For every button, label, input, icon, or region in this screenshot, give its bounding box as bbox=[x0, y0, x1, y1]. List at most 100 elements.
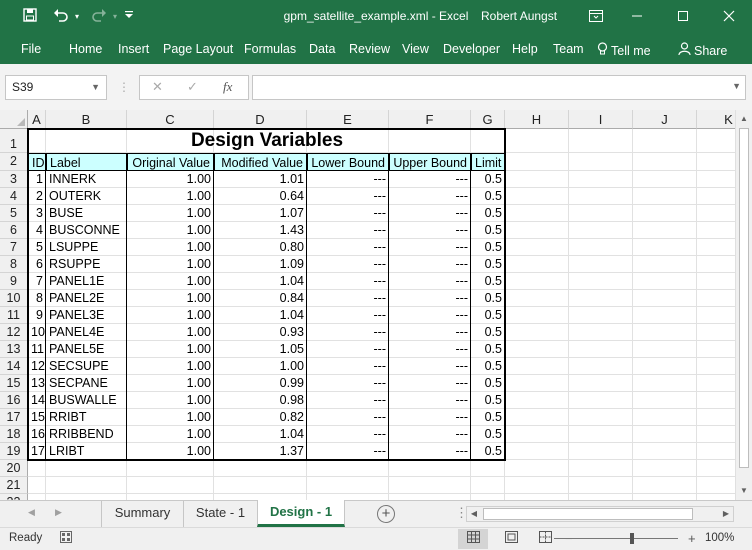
cell-lower-bound[interactable]: --- bbox=[307, 239, 389, 256]
cell-upper-bound[interactable]: --- bbox=[389, 171, 471, 188]
column-header-b[interactable]: B bbox=[46, 110, 127, 129]
sheet-tab-design-1[interactable]: Design - 1 bbox=[257, 500, 345, 527]
row-header-7[interactable]: 7 bbox=[0, 239, 28, 256]
cell-original-value[interactable]: 1.00 bbox=[127, 375, 214, 392]
cell-limit[interactable]: 0.5 bbox=[471, 409, 505, 426]
tab-insert[interactable]: Insert bbox=[118, 42, 149, 56]
vertical-scroll-thumb[interactable] bbox=[739, 128, 749, 468]
cell-id[interactable]: 11 bbox=[28, 341, 46, 358]
cell-label[interactable]: SECPANE bbox=[46, 375, 127, 392]
cell-upper-bound[interactable]: --- bbox=[389, 341, 471, 358]
column-header-g[interactable]: G bbox=[471, 110, 505, 129]
header-modified-value[interactable]: Modified Value bbox=[214, 153, 307, 171]
cell-label[interactable]: PANEL2E bbox=[46, 290, 127, 307]
column-header-k[interactable]: K bbox=[697, 110, 735, 129]
scroll-down-icon[interactable]: ▼ bbox=[736, 483, 752, 499]
cell-upper-bound[interactable]: --- bbox=[389, 307, 471, 324]
cell-modified-value[interactable]: 1.00 bbox=[214, 358, 307, 375]
cell-limit[interactable]: 0.5 bbox=[471, 375, 505, 392]
cell-upper-bound[interactable]: --- bbox=[389, 290, 471, 307]
column-header-j[interactable]: J bbox=[633, 110, 697, 129]
cell-original-value[interactable]: 1.00 bbox=[127, 205, 214, 222]
cell-id[interactable]: 16 bbox=[28, 426, 46, 443]
cell-lower-bound[interactable]: --- bbox=[307, 256, 389, 273]
cell-limit[interactable]: 0.5 bbox=[471, 290, 505, 307]
drag-handle-icon[interactable]: ⋮ bbox=[118, 80, 130, 94]
cell-limit[interactable]: 0.5 bbox=[471, 222, 505, 239]
cell-lower-bound[interactable]: --- bbox=[307, 290, 389, 307]
cell-limit[interactable]: 0.5 bbox=[471, 392, 505, 409]
row-header-11[interactable]: 11 bbox=[0, 307, 28, 324]
cell-id[interactable]: 3 bbox=[28, 205, 46, 222]
sheet-title[interactable]: Design Variables bbox=[28, 129, 506, 153]
tab-home[interactable]: Home bbox=[69, 42, 102, 56]
cell-limit[interactable]: 0.5 bbox=[471, 205, 505, 222]
cell-lower-bound[interactable]: --- bbox=[307, 205, 389, 222]
cell-lower-bound[interactable]: --- bbox=[307, 426, 389, 443]
cell-lower-bound[interactable]: --- bbox=[307, 188, 389, 205]
ribbon-display-options-icon[interactable] bbox=[573, 0, 619, 34]
expand-formula-bar-icon[interactable]: ▼ bbox=[732, 81, 741, 91]
vertical-scrollbar[interactable]: ▲ ▼ bbox=[735, 110, 752, 500]
cell-limit[interactable]: 0.5 bbox=[471, 171, 505, 188]
undo-icon[interactable] bbox=[50, 8, 72, 26]
cell-label[interactable]: PANEL1E bbox=[46, 273, 127, 290]
cell-lower-bound[interactable]: --- bbox=[307, 409, 389, 426]
previous-sheet-icon[interactable]: ◀ bbox=[28, 507, 35, 518]
horizontal-scrollbar[interactable]: ◀ ▶ bbox=[466, 506, 734, 522]
cell-original-value[interactable]: 1.00 bbox=[127, 341, 214, 358]
column-header-f[interactable]: F bbox=[389, 110, 471, 129]
cell-original-value[interactable]: 1.00 bbox=[127, 358, 214, 375]
cancel-icon[interactable]: ✕ bbox=[152, 79, 163, 95]
row-header-2[interactable]: 2 bbox=[0, 153, 28, 171]
cell-label[interactable]: INNERK bbox=[46, 171, 127, 188]
row-header-1[interactable]: 1 bbox=[0, 129, 28, 153]
cell-upper-bound[interactable]: --- bbox=[389, 375, 471, 392]
cell-original-value[interactable]: 1.00 bbox=[127, 222, 214, 239]
page-break-preview-icon[interactable] bbox=[530, 529, 560, 549]
cell-limit[interactable]: 0.5 bbox=[471, 239, 505, 256]
sheet-tab-summary[interactable]: Summary bbox=[101, 501, 183, 527]
column-header-d[interactable]: D bbox=[214, 110, 307, 129]
cell-lower-bound[interactable]: --- bbox=[307, 307, 389, 324]
cell-id[interactable]: 9 bbox=[28, 307, 46, 324]
zoom-level[interactable]: 100% bbox=[705, 532, 734, 544]
row-header-10[interactable]: 10 bbox=[0, 290, 28, 307]
cell-id[interactable]: 1 bbox=[28, 171, 46, 188]
cell-modified-value[interactable]: 1.09 bbox=[214, 256, 307, 273]
cell-limit[interactable]: 0.5 bbox=[471, 273, 505, 290]
cell-upper-bound[interactable]: --- bbox=[389, 222, 471, 239]
macro-recording-icon[interactable] bbox=[60, 531, 72, 546]
tab-file[interactable]: File bbox=[21, 42, 41, 56]
cell-id[interactable]: 2 bbox=[28, 188, 46, 205]
cell-lower-bound[interactable]: --- bbox=[307, 375, 389, 392]
cell-limit[interactable]: 0.5 bbox=[471, 426, 505, 443]
redo-dropdown-icon[interactable]: ▾ bbox=[110, 8, 120, 26]
select-all-button[interactable] bbox=[0, 110, 28, 129]
column-header-h[interactable]: H bbox=[505, 110, 569, 129]
cell-label[interactable]: LRIBT bbox=[46, 443, 127, 460]
cell-limit[interactable]: 0.5 bbox=[471, 256, 505, 273]
user-name[interactable]: Robert Aungst bbox=[481, 9, 557, 23]
cell-lower-bound[interactable]: --- bbox=[307, 273, 389, 290]
row-header-9[interactable]: 9 bbox=[0, 273, 28, 290]
cell-upper-bound[interactable]: --- bbox=[389, 392, 471, 409]
cell-lower-bound[interactable]: --- bbox=[307, 341, 389, 358]
cell-label[interactable]: PANEL4E bbox=[46, 324, 127, 341]
cell-label[interactable]: RSUPPE bbox=[46, 256, 127, 273]
tell-me-button[interactable]: Tell me bbox=[597, 42, 651, 58]
cell-label[interactable]: RRIBT bbox=[46, 409, 127, 426]
minimize-icon[interactable] bbox=[614, 0, 660, 34]
cell-id[interactable]: 6 bbox=[28, 256, 46, 273]
formula-input[interactable]: ▼ bbox=[252, 75, 746, 100]
redo-icon[interactable] bbox=[88, 8, 110, 26]
cell-modified-value[interactable]: 0.93 bbox=[214, 324, 307, 341]
column-header-e[interactable]: E bbox=[307, 110, 389, 129]
cell-original-value[interactable]: 1.00 bbox=[127, 392, 214, 409]
cell-modified-value[interactable]: 1.37 bbox=[214, 443, 307, 460]
cell-modified-value[interactable]: 1.04 bbox=[214, 426, 307, 443]
cell-original-value[interactable]: 1.00 bbox=[127, 239, 214, 256]
worksheet-grid[interactable]: ABCDEFGHIJK 1 2 3 4 5 6 7 8 9 10 11 12 13 14 15 16 17 18 1… bbox=[0, 110, 735, 500]
cell-upper-bound[interactable]: --- bbox=[389, 273, 471, 290]
row-header-20[interactable]: 20 bbox=[0, 460, 28, 477]
